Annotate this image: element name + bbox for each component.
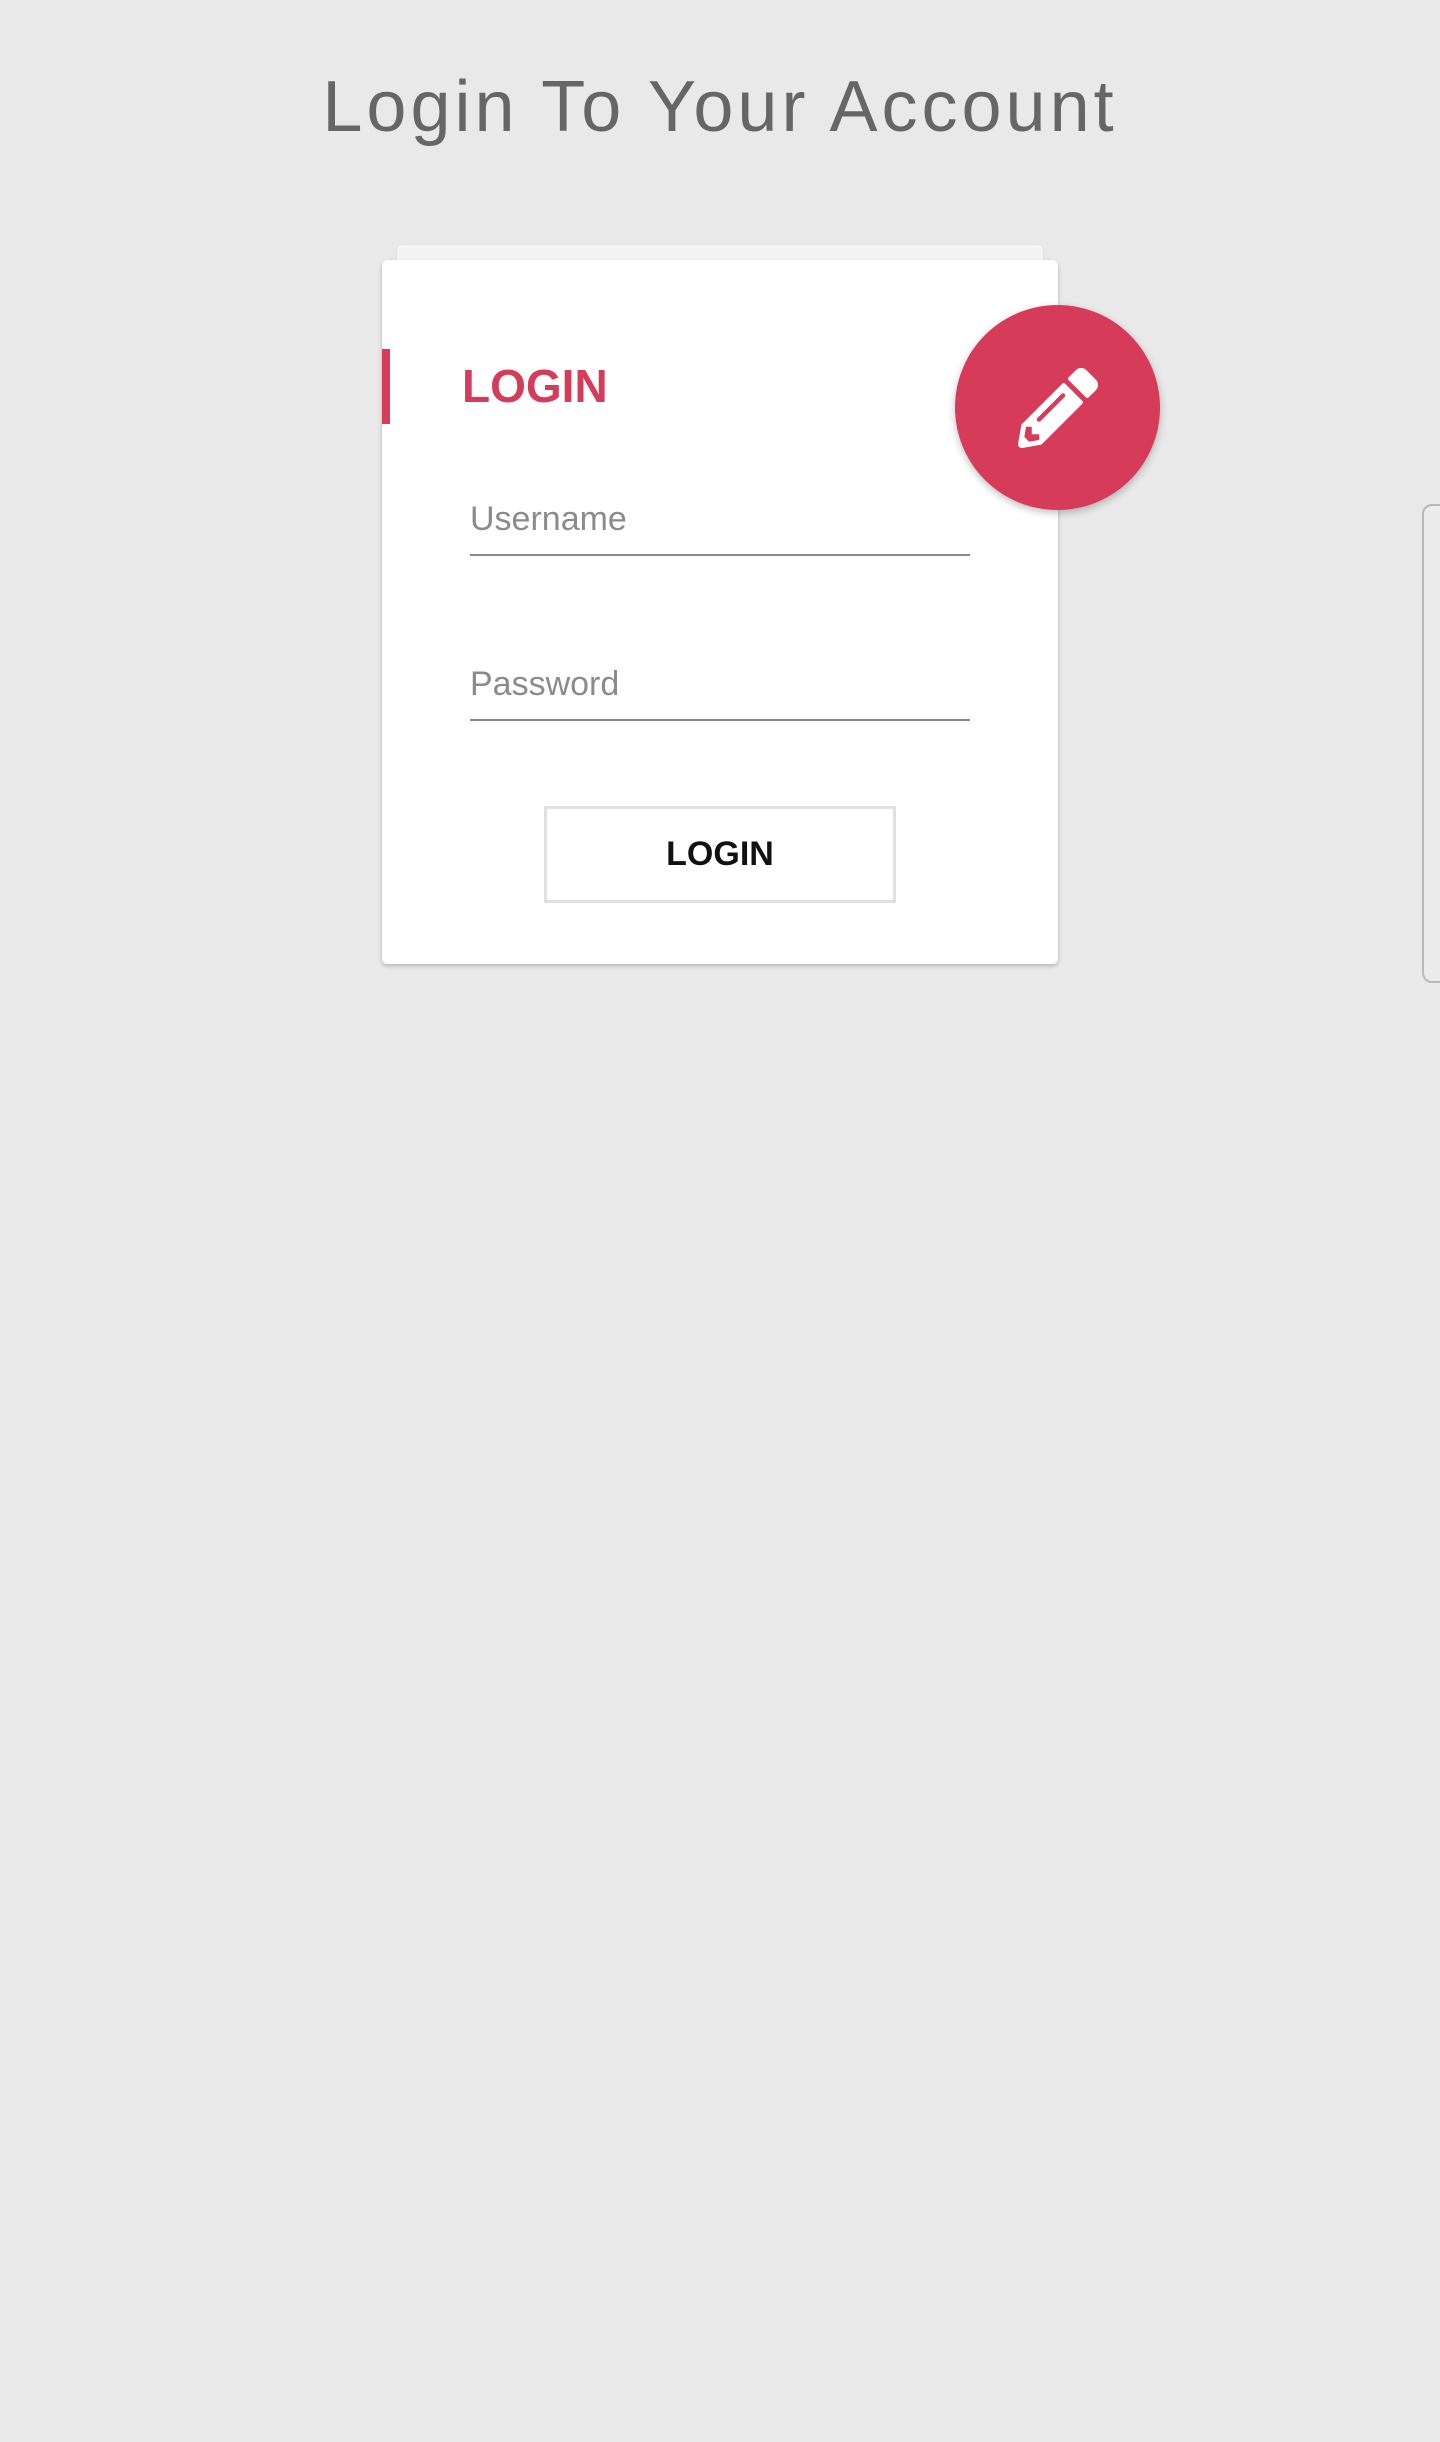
- page-title: Login To Your Account: [322, 67, 1118, 147]
- login-card: LOGIN LOGIN: [382, 260, 1058, 964]
- register-card-edge: [1422, 504, 1440, 983]
- register-toggle-button[interactable]: [955, 305, 1160, 510]
- pencil-icon: [1017, 367, 1098, 448]
- username-field: [470, 484, 970, 556]
- password-field: [470, 649, 970, 721]
- heading-accent-bar: [382, 349, 390, 424]
- username-input[interactable]: [470, 484, 970, 554]
- login-heading: LOGIN: [462, 360, 608, 412]
- password-input[interactable]: [470, 649, 970, 719]
- login-button[interactable]: LOGIN: [544, 806, 896, 903]
